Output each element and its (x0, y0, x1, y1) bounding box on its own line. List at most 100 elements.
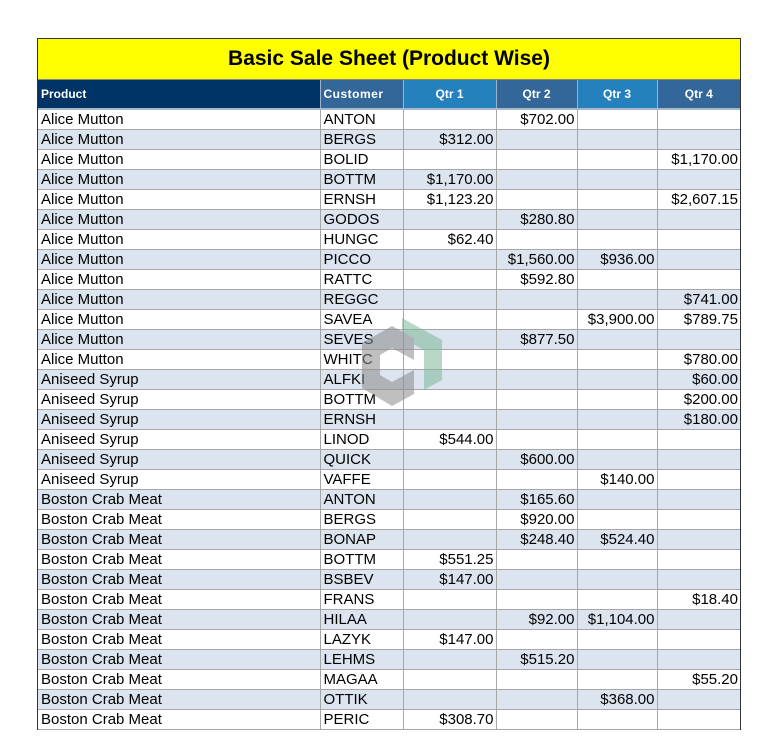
qtr3-cell[interactable] (577, 169, 658, 190)
qtr3-cell[interactable]: $368.00 (577, 689, 658, 710)
customer-cell[interactable]: BOTTM (320, 389, 404, 410)
column-header-qtr2[interactable]: Qtr 2 (496, 80, 578, 110)
qtr1-cell[interactable]: $551.25 (403, 549, 497, 570)
product-cell[interactable]: Aniseed Syrup (38, 389, 321, 410)
customer-cell[interactable]: BOTTM (320, 549, 404, 570)
qtr3-cell[interactable]: $936.00 (577, 249, 658, 270)
customer-cell[interactable]: ERNSH (320, 189, 404, 210)
customer-cell[interactable]: OTTIK (320, 689, 404, 710)
product-cell[interactable]: Boston Crab Meat (38, 629, 321, 650)
qtr3-cell[interactable] (577, 709, 658, 730)
qtr3-cell[interactable] (577, 409, 658, 430)
customer-cell[interactable]: REGGC (320, 289, 404, 310)
column-header-qtr1[interactable]: Qtr 1 (403, 80, 497, 110)
product-cell[interactable]: Aniseed Syrup (38, 469, 321, 490)
qtr3-cell[interactable] (577, 429, 658, 450)
qtr1-cell[interactable] (403, 469, 497, 490)
customer-cell[interactable]: BOLID (320, 149, 404, 170)
customer-cell[interactable]: VAFFE (320, 469, 404, 490)
product-cell[interactable]: Alice Mutton (38, 249, 321, 270)
qtr3-cell[interactable]: $3,900.00 (577, 309, 658, 330)
qtr2-cell[interactable] (496, 589, 578, 610)
product-cell[interactable]: Alice Mutton (38, 309, 321, 330)
customer-cell[interactable]: BERGS (320, 129, 404, 150)
qtr2-cell[interactable] (496, 149, 578, 170)
product-cell[interactable]: Boston Crab Meat (38, 529, 321, 550)
qtr2-cell[interactable]: $1,560.00 (496, 249, 578, 270)
qtr4-cell[interactable]: $2,607.15 (657, 189, 740, 210)
qtr3-cell[interactable]: $1,104.00 (577, 609, 658, 630)
qtr3-cell[interactable] (577, 649, 658, 670)
qtr4-cell[interactable] (657, 269, 740, 290)
customer-cell[interactable]: QUICK (320, 449, 404, 470)
qtr4-cell[interactable] (657, 209, 740, 230)
product-cell[interactable]: Alice Mutton (38, 129, 321, 150)
qtr4-cell[interactable] (657, 109, 740, 130)
qtr2-cell[interactable] (496, 309, 578, 330)
qtr1-cell[interactable]: $544.00 (403, 429, 497, 450)
customer-cell[interactable]: MAGAA (320, 669, 404, 690)
qtr4-cell[interactable] (657, 609, 740, 630)
qtr2-cell[interactable]: $702.00 (496, 109, 578, 130)
qtr1-cell[interactable] (403, 669, 497, 690)
qtr1-cell[interactable] (403, 329, 497, 350)
product-cell[interactable]: Boston Crab Meat (38, 709, 321, 730)
qtr1-cell[interactable] (403, 649, 497, 670)
qtr3-cell[interactable] (577, 109, 658, 130)
qtr3-cell[interactable] (577, 129, 658, 150)
qtr2-cell[interactable] (496, 429, 578, 450)
qtr2-cell[interactable] (496, 629, 578, 650)
qtr1-cell[interactable] (403, 269, 497, 290)
column-header-product[interactable]: Product (38, 80, 321, 110)
qtr4-cell[interactable] (657, 489, 740, 510)
qtr4-cell[interactable] (657, 649, 740, 670)
qtr3-cell[interactable] (577, 349, 658, 370)
product-cell[interactable]: Boston Crab Meat (38, 509, 321, 530)
qtr2-cell[interactable] (496, 689, 578, 710)
qtr1-cell[interactable]: $62.40 (403, 229, 497, 250)
product-cell[interactable]: Boston Crab Meat (38, 609, 321, 630)
customer-cell[interactable]: BOTTM (320, 169, 404, 190)
qtr4-cell[interactable] (657, 429, 740, 450)
qtr3-cell[interactable] (577, 549, 658, 570)
qtr1-cell[interactable]: $312.00 (403, 129, 497, 150)
qtr3-cell[interactable] (577, 269, 658, 290)
qtr4-cell[interactable]: $18.40 (657, 589, 740, 610)
column-header-customer[interactable]: Customer (320, 80, 404, 110)
qtr4-cell[interactable] (657, 329, 740, 350)
qtr4-cell[interactable] (657, 689, 740, 710)
qtr2-cell[interactable] (496, 189, 578, 210)
customer-cell[interactable]: ERNSH (320, 409, 404, 430)
qtr3-cell[interactable] (577, 229, 658, 250)
customer-cell[interactable]: FRANS (320, 589, 404, 610)
qtr1-cell[interactable] (403, 309, 497, 330)
qtr2-cell[interactable] (496, 569, 578, 590)
customer-cell[interactable]: SEVES (320, 329, 404, 350)
qtr4-cell[interactable] (657, 709, 740, 730)
qtr4-cell[interactable]: $180.00 (657, 409, 740, 430)
product-cell[interactable]: Boston Crab Meat (38, 689, 321, 710)
qtr3-cell[interactable] (577, 149, 658, 170)
qtr3-cell[interactable] (577, 629, 658, 650)
qtr3-cell[interactable] (577, 189, 658, 210)
qtr1-cell[interactable] (403, 109, 497, 130)
qtr1-cell[interactable] (403, 609, 497, 630)
qtr3-cell[interactable] (577, 669, 658, 690)
qtr4-cell[interactable]: $780.00 (657, 349, 740, 370)
qtr2-cell[interactable] (496, 709, 578, 730)
qtr2-cell[interactable] (496, 129, 578, 150)
product-cell[interactable]: Alice Mutton (38, 149, 321, 170)
product-cell[interactable]: Alice Mutton (38, 229, 321, 250)
product-cell[interactable]: Alice Mutton (38, 349, 321, 370)
qtr3-cell[interactable] (577, 569, 658, 590)
qtr1-cell[interactable] (403, 449, 497, 470)
product-cell[interactable]: Aniseed Syrup (38, 449, 321, 470)
product-cell[interactable]: Aniseed Syrup (38, 369, 321, 390)
qtr3-cell[interactable] (577, 329, 658, 350)
qtr1-cell[interactable]: $1,123.20 (403, 189, 497, 210)
customer-cell[interactable]: BERGS (320, 509, 404, 530)
qtr2-cell[interactable]: $92.00 (496, 609, 578, 630)
customer-cell[interactable]: ALFKI (320, 369, 404, 390)
qtr2-cell[interactable] (496, 469, 578, 490)
qtr3-cell[interactable] (577, 489, 658, 510)
